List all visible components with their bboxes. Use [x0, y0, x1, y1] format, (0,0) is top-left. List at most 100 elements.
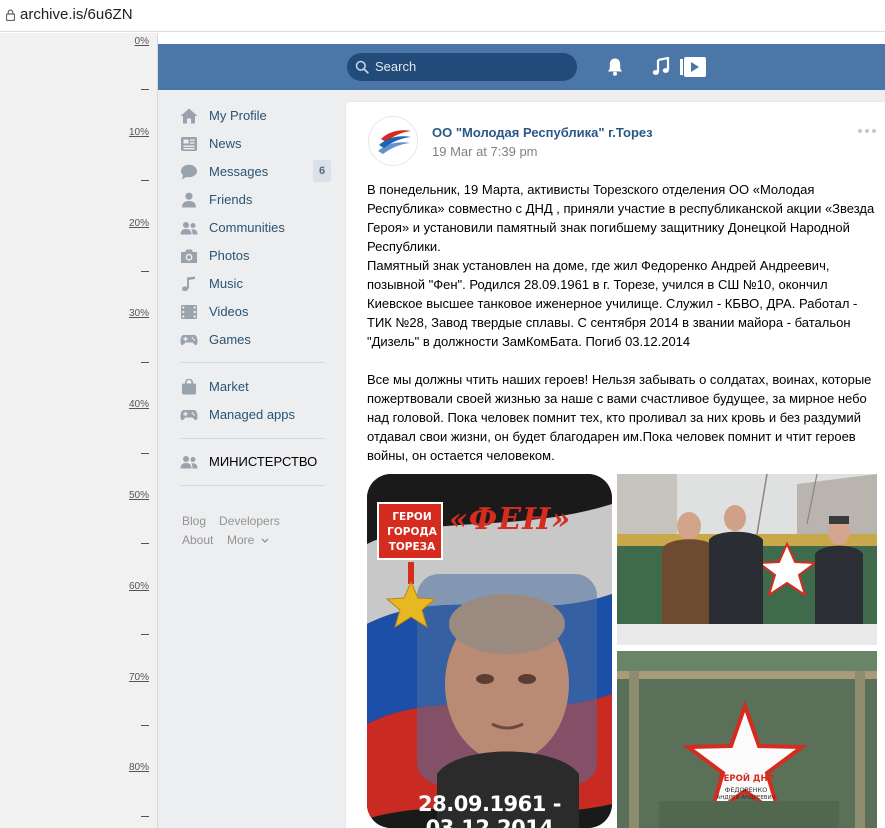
plaque-surname: ФЕДОРЕНКО — [724, 786, 768, 794]
footer-link-about[interactable]: About — [182, 533, 213, 547]
post-paragraph: Все мы должны чтить наших героев! Нельзя… — [367, 372, 872, 463]
ruler-tick — [141, 452, 149, 454]
poster-hero-badge: ГЕРОИ ГОРОДА ТОРЕЗА — [377, 502, 443, 560]
post-date-link[interactable]: 19 Mar at 7:39 pm — [432, 144, 538, 159]
video-icon — [181, 305, 197, 319]
home-icon — [180, 108, 198, 124]
gamepad-icon — [180, 410, 198, 421]
music-icon — [182, 276, 195, 292]
sidebar-divider — [180, 485, 325, 486]
author-avatar[interactable] — [368, 116, 418, 166]
sidebar-item-label: Market — [209, 379, 249, 394]
footer-link-more[interactable]: More — [227, 533, 269, 547]
post-text: В понедельник, 19 Марта, активисты Торез… — [367, 180, 877, 465]
ruler-tick — [141, 815, 149, 817]
footer-more-label: More — [227, 533, 255, 547]
poster-hero-line2: ГОРОДА — [387, 526, 437, 538]
bag-icon — [182, 379, 196, 395]
scroll-ruler: 0% 10% 20% 30% 40% 50% 60% 70% 80% — [0, 33, 158, 828]
post-photo-group[interactable] — [617, 474, 877, 645]
sidebar-item-ministry[interactable]: МИНИСТЕРСТВО — [180, 448, 330, 476]
ruler-label[interactable]: 0% — [135, 36, 149, 47]
sidebar-item-friends[interactable]: Friends — [180, 186, 330, 214]
messages-icon — [181, 164, 197, 180]
sidebar-item-label: Friends — [209, 192, 253, 207]
sidebar-item-label: Photos — [209, 248, 250, 263]
top-header: Search — [158, 44, 885, 90]
sidebar-item-communities[interactable]: Communities — [180, 214, 330, 242]
sidebar-item-news[interactable]: News — [180, 130, 330, 158]
search-input[interactable]: Search — [347, 53, 577, 81]
music-note-icon[interactable] — [652, 57, 670, 77]
footer-link-blog[interactable]: Blog — [182, 514, 206, 528]
sidebar-item-messages[interactable]: Messages 6 — [180, 158, 331, 186]
poster-hero-line1: ГЕРОИ — [392, 511, 432, 523]
ruler-tick — [141, 634, 149, 636]
search-icon — [355, 60, 369, 74]
poster-hero-line3: ТОРЕЗА — [388, 541, 436, 553]
search-placeholder: Search — [375, 59, 417, 74]
sidebar-item-label: Games — [209, 332, 251, 347]
url-text[interactable]: archive.is/6u6ZN — [20, 6, 133, 23]
sidebar-item-games[interactable]: Games — [180, 326, 330, 354]
news-icon — [181, 137, 197, 151]
chevron-down-icon — [261, 538, 269, 543]
sidebar-item-label: Messages — [209, 164, 269, 179]
more-options-icon[interactable] — [857, 128, 877, 134]
plaque-title: ГЕРОЙ ДНР — [718, 774, 774, 784]
sidebar-item-music[interactable]: Music — [180, 270, 330, 298]
communities-icon — [180, 222, 198, 235]
ruler-label[interactable]: 80% — [129, 762, 149, 773]
ruler-tick — [141, 89, 149, 91]
sidebar-divider — [180, 438, 325, 439]
sidebar-item-label: My Profile — [209, 108, 267, 123]
wall-post: ОО "Молодая Республика" г.Торез 19 Mar a… — [346, 102, 885, 828]
friends-icon — [182, 192, 196, 208]
messages-count-badge: 6 — [313, 160, 331, 182]
camera-icon — [181, 249, 197, 263]
ruler-label[interactable]: 10% — [129, 127, 149, 138]
communities-icon — [180, 456, 198, 469]
ruler-label[interactable]: 70% — [129, 672, 149, 683]
ruler-tick — [141, 361, 149, 363]
post-paragraph: В понедельник, 19 Марта, активисты Торез… — [367, 182, 875, 254]
browser-address-bar[interactable]: archive.is/6u6ZN — [0, 0, 885, 32]
plaque-photo-image — [617, 651, 877, 828]
lock-icon — [6, 9, 15, 21]
poster-callsign: «ФЕН» — [449, 502, 572, 537]
ruler-label[interactable]: 20% — [129, 218, 149, 229]
sidebar-item-label: News — [209, 136, 242, 151]
ruler-label[interactable]: 60% — [129, 581, 149, 592]
sidebar-item-label: Music — [209, 276, 243, 291]
organization-logo-icon — [378, 130, 411, 154]
gamepad-icon — [180, 335, 198, 346]
ruler-tick — [141, 271, 149, 272]
poster-dates: 28.09.1961 - 03.12.2014 — [418, 792, 561, 828]
ruler-tick — [141, 543, 149, 545]
ruler-label[interactable]: 30% — [129, 308, 149, 319]
group-photo-image — [617, 474, 877, 645]
post-photo-hero-poster[interactable]: ГЕРОИ ГОРОДА ТОРЕЗА «ФЕН» 28.09.1961 - 0… — [367, 474, 612, 828]
post-author-link[interactable]: ОО "Молодая Республика" г.Торез — [432, 125, 653, 140]
sidebar-item-label: Videos — [209, 304, 249, 319]
sidebar-divider — [180, 362, 325, 363]
vk-page: Search My Profile News Messages 6 Friend… — [158, 44, 885, 828]
sidebar-item-label: Managed apps — [209, 407, 296, 422]
plaque-name: АНДРЕЙ АНДРЕЕВИЧ — [716, 795, 776, 801]
ruler-label[interactable]: 50% — [129, 490, 149, 501]
sidebar-item-my-profile[interactable]: My Profile — [180, 102, 330, 130]
sidebar-item-photos[interactable]: Photos — [180, 242, 330, 270]
sidebar-item-managed-apps[interactable]: Managed apps — [180, 401, 330, 429]
sidebar-item-label: МИНИСТЕРСТВО — [209, 454, 318, 469]
ruler-tick — [141, 725, 149, 726]
footer-link-developers[interactable]: Developers — [219, 514, 280, 528]
post-photo-plaque[interactable]: ГЕРОЙ ДНР ФЕДОРЕНКО АНДРЕЙ АНДРЕЕВИЧ — [617, 651, 877, 828]
play-video-icon[interactable] — [680, 57, 706, 77]
sidebar-item-label: Communities — [209, 220, 285, 235]
sidebar-item-videos[interactable]: Videos — [180, 298, 330, 326]
ruler-label[interactable]: 40% — [129, 399, 149, 410]
ruler-tick — [141, 180, 149, 182]
post-paragraph: Памятный знак установлен на доме, где жи… — [367, 258, 858, 349]
bell-icon[interactable] — [606, 57, 624, 77]
sidebar-item-market[interactable]: Market — [180, 373, 330, 401]
